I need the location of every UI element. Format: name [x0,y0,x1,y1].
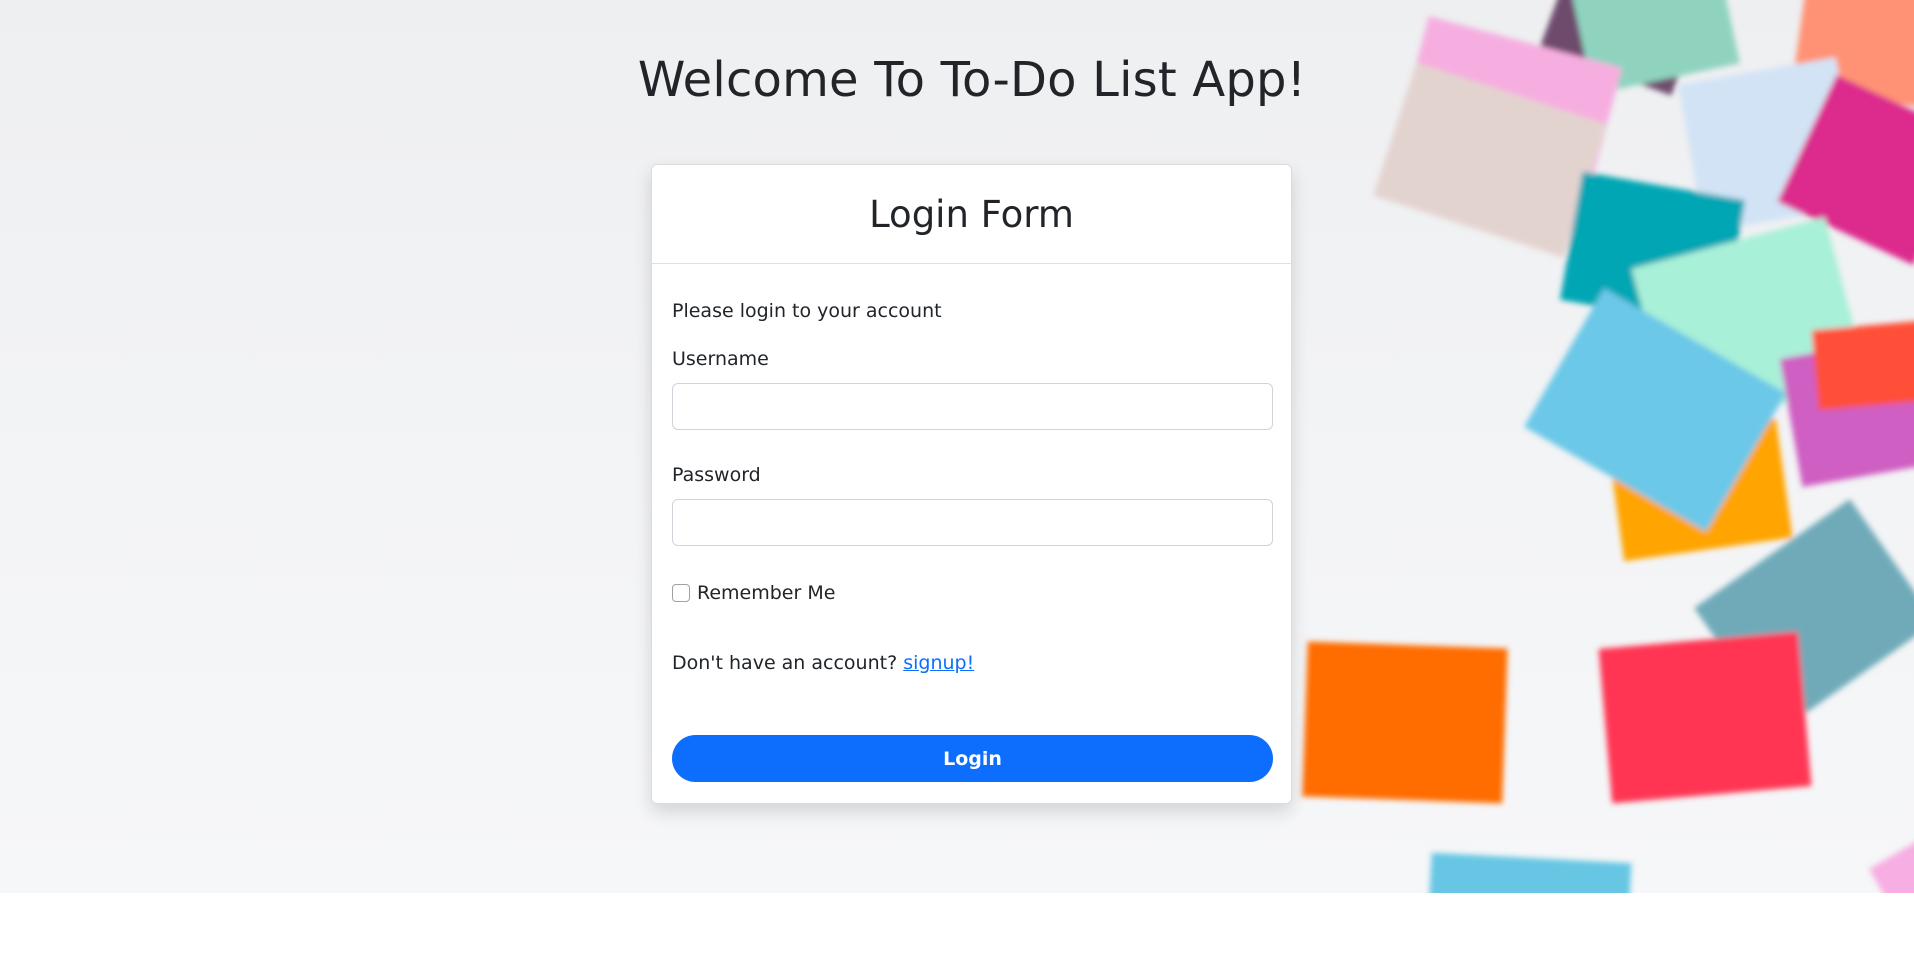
username-label: Username [672,348,769,370]
password-input[interactable] [672,499,1273,546]
signup-prompt-line: Don't have an account? signup! [672,652,974,674]
page-title: Welcome To To-Do List App! [637,52,1307,108]
username-input[interactable] [672,383,1273,430]
login-button[interactable]: Login [672,735,1273,782]
remember-me-row[interactable]: Remember Me [672,582,835,604]
remember-me-label[interactable]: Remember Me [697,582,835,604]
login-card-header: Login Form [652,165,1291,264]
hero-background: Welcome To To-Do List App! Login Form Pl… [0,0,1914,893]
login-intro-text: Please login to your account [672,300,942,322]
remember-me-checkbox[interactable] [672,584,690,602]
login-card: Login Form Please login to your account … [651,164,1292,804]
login-form-title: Login Form [869,192,1074,236]
password-label: Password [672,464,761,486]
signup-link[interactable]: signup! [903,652,974,674]
signup-prompt-text: Don't have an account? [672,652,898,674]
